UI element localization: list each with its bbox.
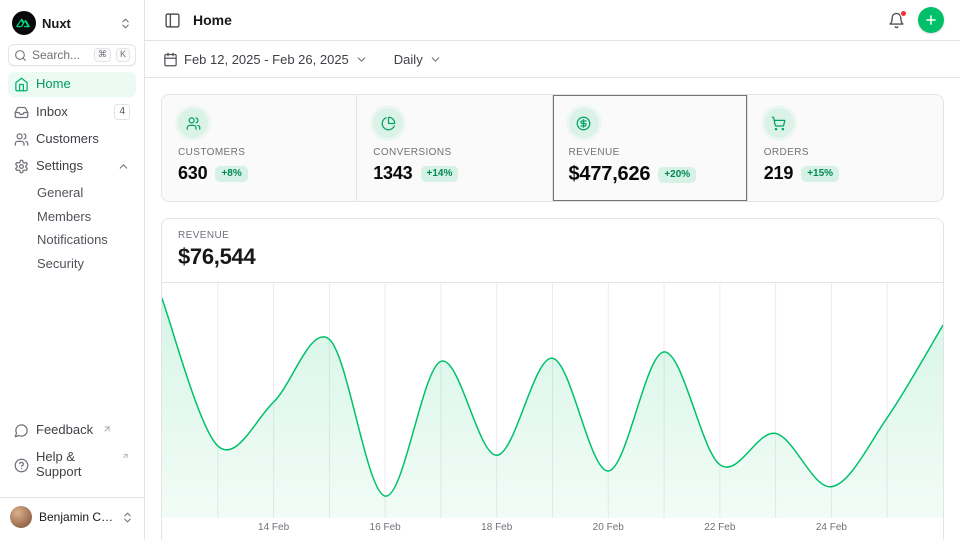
chevron-up-icon	[117, 160, 130, 173]
stat-revenue[interactable]: REVENUE $477,626 +20%	[553, 95, 748, 201]
sidebar-item-members[interactable]: Members	[8, 205, 136, 229]
help-circle-icon	[14, 458, 29, 473]
circle-dollar-icon	[576, 116, 591, 131]
settings-subnav: General Members Notifications Security	[8, 181, 136, 275]
sidebar-item-home[interactable]: Home	[8, 72, 136, 97]
nuxt-logo-icon	[12, 11, 36, 35]
x-axis-tick-label: 22 Feb	[704, 522, 735, 533]
stat-customers[interactable]: CUSTOMERS 630 +8%	[162, 95, 357, 201]
stat-delta-badge: +20%	[658, 167, 696, 183]
x-axis-tick-label: 14 Feb	[258, 522, 289, 533]
revenue-chart-card: REVENUE $76,544 14 Feb 16 Feb 18 Feb 20 Feb…	[161, 218, 944, 540]
chart-pie-icon	[381, 116, 396, 131]
users-icon	[186, 116, 201, 131]
sidebar-footer-nav: Feedback Help & Support	[8, 418, 136, 485]
revenue-chart[interactable]	[162, 283, 943, 518]
sidebar-item-customers[interactable]: Customers	[8, 127, 136, 152]
filters-toolbar: Feb 12, 2025 - Feb 26, 2025 Daily	[145, 41, 960, 78]
stat-value: 1343	[373, 163, 412, 184]
sidebar-item-general[interactable]: General	[8, 181, 136, 205]
chart-metric-value: $76,544	[178, 244, 927, 270]
interval-select[interactable]: Daily	[392, 48, 444, 71]
chart-metric-label: REVENUE	[178, 230, 927, 241]
new-item-button[interactable]	[918, 7, 944, 33]
sidebar-nav: Home Inbox 4 Customers Settings General …	[8, 72, 136, 275]
sidebar-item-inbox[interactable]: Inbox 4	[8, 99, 136, 125]
kbd-k: K	[116, 48, 130, 62]
users-icon	[14, 132, 29, 147]
sidebar-item-feedback[interactable]: Feedback	[8, 418, 136, 443]
search-placeholder: Search...	[32, 48, 89, 62]
stat-delta-badge: +8%	[215, 166, 247, 182]
home-icon	[14, 77, 29, 92]
chevron-down-icon	[355, 53, 368, 66]
user-name: Benjamin Canac	[39, 510, 114, 524]
workspace-name: Nuxt	[42, 16, 113, 31]
chart-header: REVENUE $76,544	[162, 219, 943, 283]
external-link-icon	[121, 451, 130, 461]
chevrons-up-down-icon	[121, 511, 134, 524]
external-link-icon	[102, 424, 112, 434]
stat-value: 630	[178, 163, 207, 184]
x-axis-tick-label: 18 Feb	[481, 522, 512, 533]
avatar	[10, 506, 32, 528]
header-actions	[885, 7, 944, 33]
search-icon	[14, 49, 27, 62]
stat-label: REVENUE	[569, 147, 731, 158]
settings-gear-icon	[14, 159, 29, 174]
x-axis-tick-label: 16 Feb	[370, 522, 401, 533]
page-header: Home	[145, 0, 960, 41]
main-area: Home Feb 12, 2025 - Feb 26, 2025 Daily	[145, 0, 960, 540]
stat-value: $477,626	[569, 163, 651, 186]
chevrons-up-down-icon	[119, 17, 132, 30]
sidebar-item-label: Customers	[36, 132, 99, 147]
date-range-picker[interactable]: Feb 12, 2025 - Feb 26, 2025	[161, 48, 370, 71]
sidebar-item-notifications[interactable]: Notifications	[8, 228, 136, 252]
sidebar: Nuxt Search... ⌘ K Home Inbox 4 Customer…	[0, 0, 145, 540]
plus-icon	[924, 13, 938, 27]
stat-conversions[interactable]: CONVERSIONS 1343 +14%	[357, 95, 552, 201]
sidebar-item-label: Inbox	[36, 105, 68, 120]
dashboard-content: CUSTOMERS 630 +8% CONVERSIONS 1343 +14%	[145, 78, 960, 540]
user-menu[interactable]: Benjamin Canac	[0, 497, 144, 532]
stat-value: 219	[764, 163, 793, 184]
search-input[interactable]: Search... ⌘ K	[8, 44, 136, 66]
sidebar-item-label: Help & Support	[36, 450, 112, 480]
calendar-icon	[163, 52, 178, 67]
sidebar-item-security[interactable]: Security	[8, 252, 136, 276]
x-axis-tick-label: 24 Feb	[816, 522, 847, 533]
stats-row: CUSTOMERS 630 +8% CONVERSIONS 1343 +14%	[161, 94, 944, 202]
notifications-button[interactable]	[885, 9, 908, 32]
sidebar-item-help-support[interactable]: Help & Support	[8, 445, 136, 485]
sidebar-item-label: Home	[36, 77, 71, 92]
sidebar-item-label: Feedback	[36, 423, 93, 438]
date-range-label: Feb 12, 2025 - Feb 26, 2025	[184, 52, 349, 67]
sidebar-item-settings[interactable]: Settings	[8, 154, 136, 179]
stat-delta-badge: +15%	[801, 166, 839, 182]
stat-label: CONVERSIONS	[373, 147, 535, 158]
stat-delta-badge: +14%	[421, 166, 459, 182]
sidebar-spacer	[8, 281, 136, 412]
stat-label: CUSTOMERS	[178, 147, 340, 158]
x-axis-tick-label: 20 Feb	[593, 522, 624, 533]
interval-label: Daily	[394, 52, 423, 67]
notification-dot	[900, 10, 907, 17]
kbd-cmd: ⌘	[94, 48, 111, 62]
chart-x-axis: 14 Feb 16 Feb 18 Feb 20 Feb 22 Feb 24 Feb	[162, 518, 943, 540]
stat-orders[interactable]: ORDERS 219 +15%	[748, 95, 943, 201]
chevron-down-icon	[429, 53, 442, 66]
revenue-area-chart-svg	[162, 283, 943, 518]
workspace-switcher[interactable]: Nuxt	[8, 8, 136, 38]
panel-left-icon	[164, 12, 181, 29]
message-circle-icon	[14, 423, 29, 438]
page-title: Home	[193, 12, 232, 28]
shopping-cart-icon	[771, 116, 786, 131]
stat-label: ORDERS	[764, 147, 927, 158]
sidebar-toggle-button[interactable]	[161, 9, 184, 32]
sidebar-item-label: Settings	[36, 159, 83, 174]
inbox-count-badge: 4	[114, 104, 130, 120]
inbox-icon	[14, 105, 29, 120]
